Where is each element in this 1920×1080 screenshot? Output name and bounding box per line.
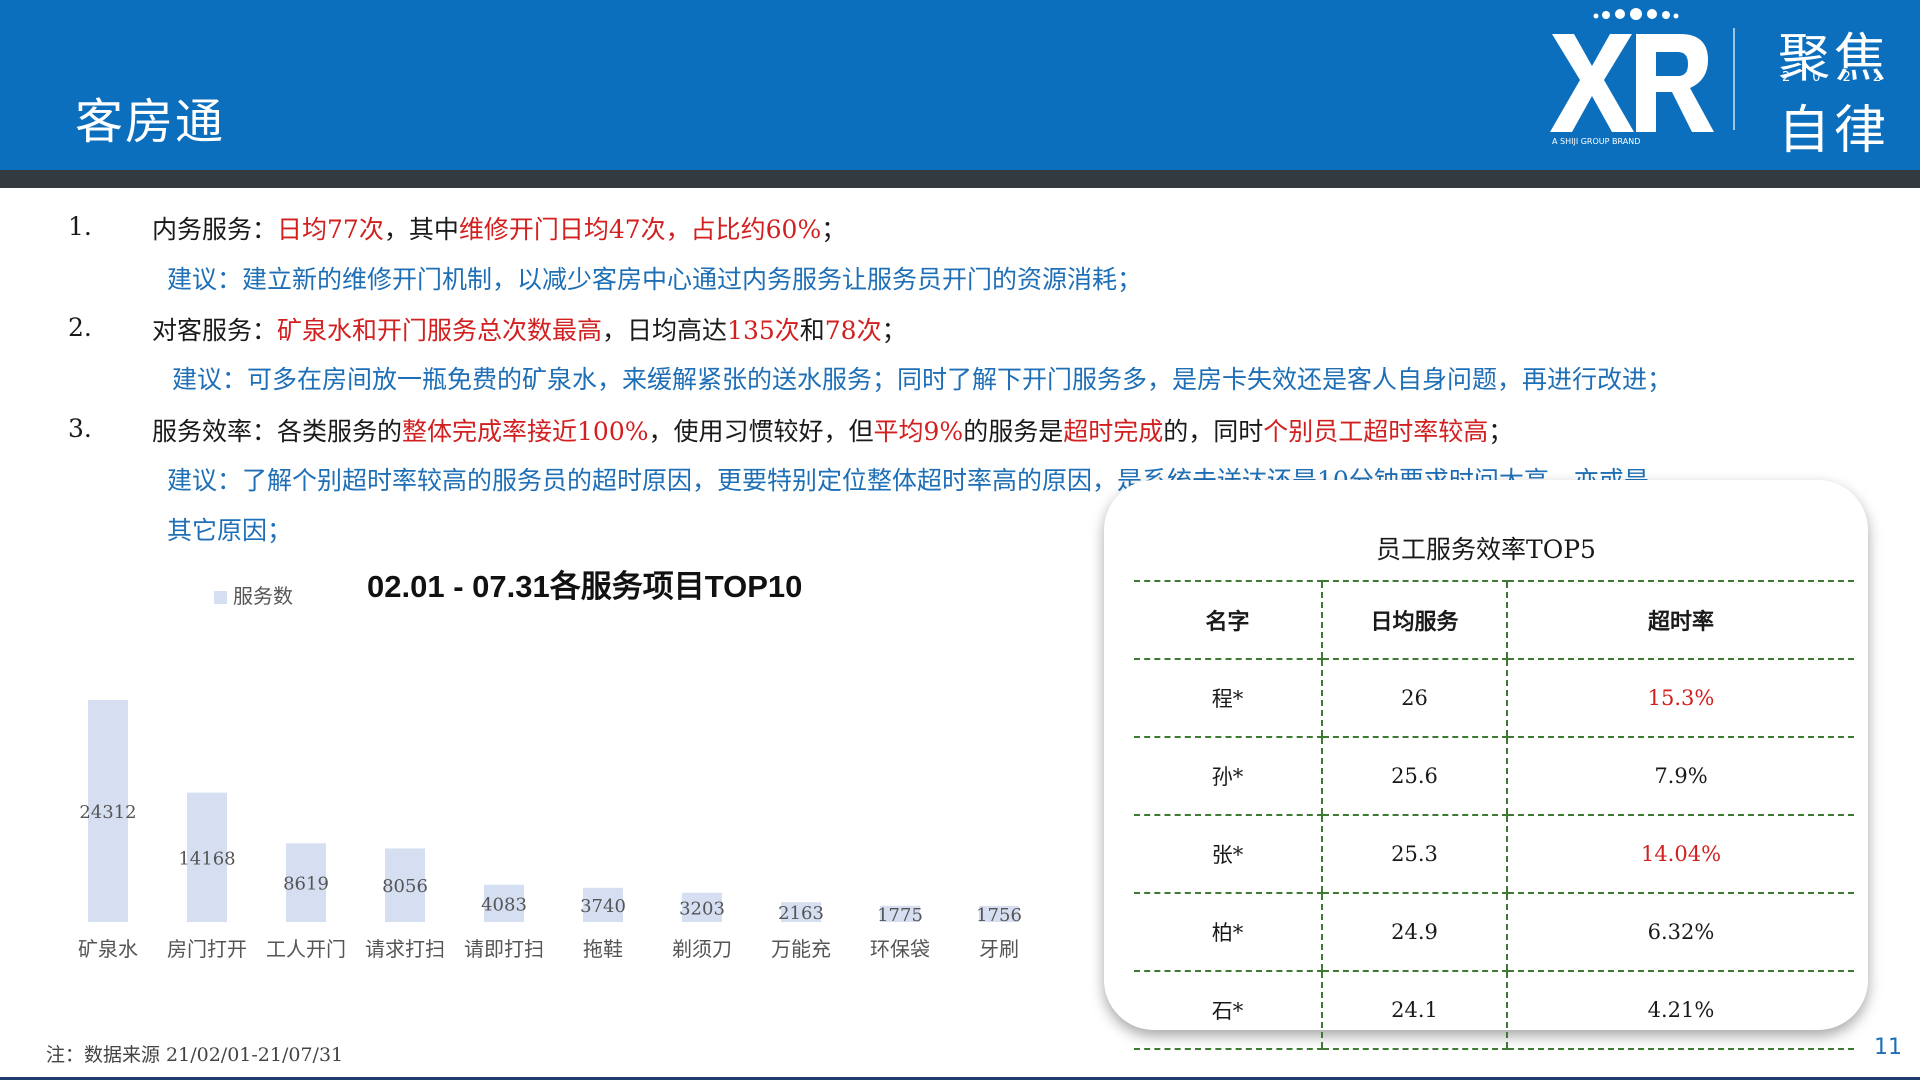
chart-title: 02.01 - 07.31各服务项目TOP10 [367,569,803,604]
slogan-line2: 自律 [1778,101,1891,161]
point-3-text: 服务效率：各类服务的整体完成率接近100%，使用习惯较好，但平均9%的服务是超时… [152,412,1513,448]
efficiency-table: 名字 日均服务 超时率 程* 26 15.3% 孙* 25.6 7.9% 张* 25.3 14.… [1134,580,1854,1050]
point-2-suggestion: 建议：可多在房间放一瓶免费的矿泉水，来缓解紧张的送水服务；同时了解下开门服务多，… [172,365,1673,394]
cell-avg: 24.9 [1321,892,1507,972]
bar-value-label: 3740 [580,896,626,917]
point-2-text: 对客服务：矿泉水和开门服务总次数最高，日均高达135次和78次； [152,311,907,347]
point-2-part: 和 [799,316,825,345]
cell-avg: 24.1 [1321,970,1507,1050]
bar-value-label: 3203 [679,898,725,919]
cell-avg: 25.3 [1321,814,1507,894]
point-3-number: 3. [68,414,92,443]
table-row: 孙* 25.6 7.9% [1134,736,1854,816]
header-avg: 日均服务 [1321,580,1507,660]
category-label: 环保袋 [870,937,930,961]
bar-value-label: 1756 [976,905,1022,926]
point-1-part: 内务服务： [152,215,278,244]
legend-swatch [214,591,227,604]
legend-label: 服务数 [233,584,293,608]
cell-rate: 6.32% [1506,892,1854,972]
point-2-part: 135次 [727,316,800,345]
point-2-part: ，日均高达 [602,316,728,345]
category-label: 剃须刀 [672,937,732,961]
bar-value-label: 1775 [877,905,923,926]
category-label: 请求打扫 [365,937,445,961]
table-header-row: 名字 日均服务 超时率 [1134,580,1854,660]
category-label: 拖鞋 [583,937,623,961]
logo-divider [1733,28,1735,130]
header-name: 名字 [1134,580,1322,660]
point-3-suggestion-cont: 其它原因； [167,516,293,545]
category-label: 请即打扫 [464,937,544,961]
page-number: 11 [1874,1035,1902,1060]
cell-name: 柏* [1134,892,1322,972]
point-1-part: ，其中 [383,215,459,244]
footnote: 注：数据来源 21/02/01-21/07/31 [46,1044,344,1066]
category-label: 牙刷 [979,937,1019,961]
point-3-part: ，使用习惯较好，但 [648,417,874,446]
point-2-number: 2. [68,313,92,342]
cell-rate: 15.3% [1506,658,1854,738]
bar-value-label: 8056 [382,876,428,897]
category-label: 矿泉水 [78,937,138,961]
cell-name: 石* [1134,970,1322,1050]
chart-legend: 服务数 [214,580,293,609]
point-3-part: 平均9% [873,417,964,446]
point-3-part: 个别员工超时率较高 [1263,417,1489,446]
table-row: 石* 24.1 4.21% [1134,970,1854,1050]
bar-value-label: 4083 [481,894,527,915]
point-3-part: 的服务是 [963,417,1064,446]
bar-value-label: 2163 [778,903,824,924]
point-2-part: ； [881,316,907,345]
bar-value-label: 24312 [79,802,136,823]
point-1-part: ； [821,215,847,244]
category-label: 万能充 [771,937,831,961]
cell-avg: 25.6 [1321,736,1507,816]
table-row: 程* 26 15.3% [1134,658,1854,738]
point-1-number: 1. [68,212,92,241]
cell-name: 孙* [1134,736,1322,816]
category-label: 房门打开 [167,937,247,961]
point-3-part: 的，同时 [1163,417,1264,446]
slogan-year: 2022 [1782,70,1904,85]
point-1-part: 维修开门日均47次，占比约60% [458,215,822,244]
point-2-part: 矿泉水和开门服务总次数最高 [277,316,603,345]
category-label: 工人开门 [266,937,346,961]
point-1-text: 内务服务：日均77次，其中维修开门日均47次，占比约60%； [152,210,846,246]
bar-chart: 24312 矿泉水 14168 房门打开 8619 工人开门 8056 请求打扫 4083 请即打… [78,700,1022,961]
point-2-part: 78次 [824,316,882,345]
table-title: 员工服务效率TOP5 [1376,535,1596,564]
header-rate: 超时率 [1506,580,1854,660]
point-3-part: 服务效率：各类服务的 [152,417,403,446]
header-divider-bar [0,170,1920,188]
point-3-part: 超时完成 [1063,417,1164,446]
cell-name: 张* [1134,814,1322,894]
cell-name: 程* [1134,658,1322,738]
logo-subtext: A SHIJI GROUP BRAND [1552,137,1640,146]
cell-rate: 4.21% [1506,970,1854,1050]
point-1-part: 日均77次 [277,215,384,244]
cell-rate: 7.9% [1506,736,1854,816]
point-3-part: ； [1488,417,1514,446]
cell-avg: 26 [1321,658,1507,738]
bar-value-label: 8619 [283,874,329,895]
bar-value-label: 14168 [178,848,235,869]
point-1-suggestion: 建议：建立新的维修开门机制，以减少客房中心通过内务服务让服务员开门的资源消耗； [167,265,1143,294]
table-row: 柏* 24.9 6.32% [1134,892,1854,972]
point-3-part: 整体完成率接近100% [402,417,649,446]
efficiency-card: 员工服务效率TOP5 名字 日均服务 超时率 程* 26 15.3% 孙* 25.6 7.… [1104,480,1868,1050]
xr-logo: A SHIJI GROUP BRAND [1550,8,1714,146]
point-2-part: 对客服务： [152,316,278,345]
page-title: 客房通 [75,94,226,150]
cell-rate: 14.04% [1506,814,1854,894]
table-row: 张* 25.3 14.04% [1134,814,1854,894]
